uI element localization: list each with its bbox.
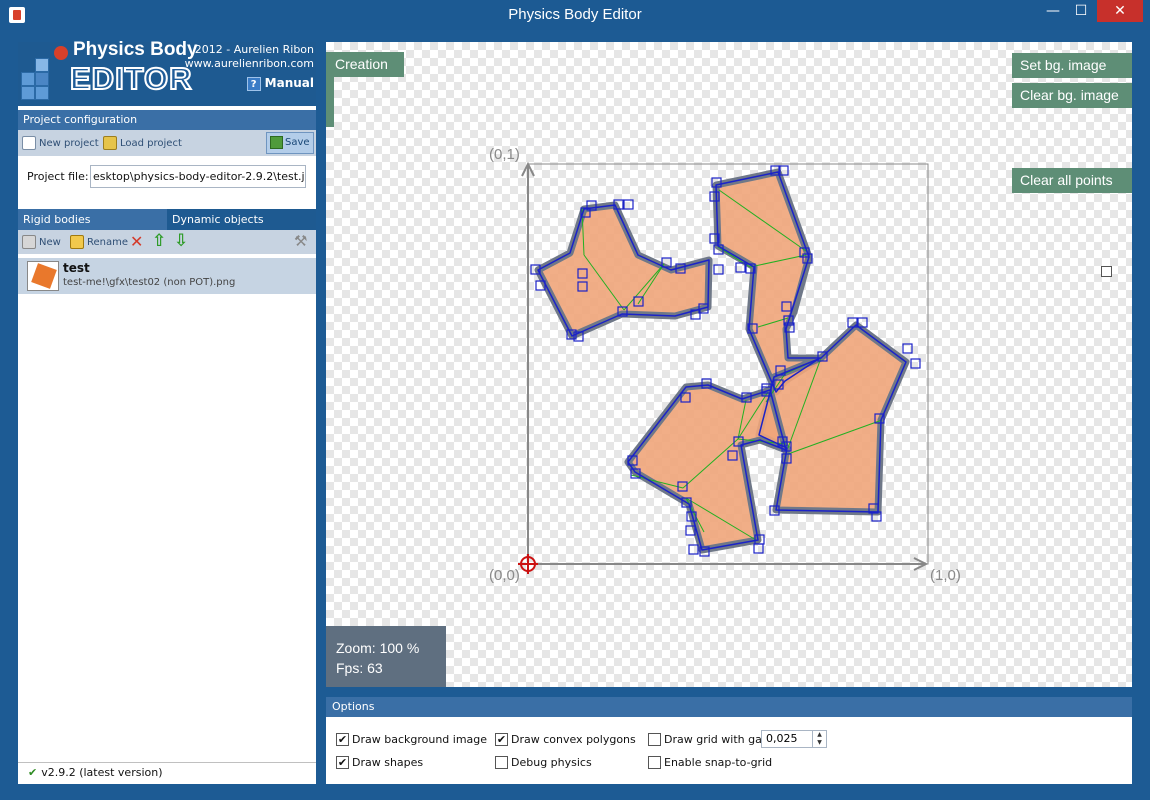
canvas-drawing[interactable]: (0,1) (0,0) (1,0) — [326, 42, 1132, 687]
spinner-arrows-icon[interactable]: ▲ ▼ — [812, 731, 826, 747]
new-body-label: New — [39, 237, 61, 248]
logo-blocks-icon — [21, 46, 71, 100]
draw-convex-checkbox[interactable]: ✔ Draw convex polygons — [495, 732, 636, 749]
project-file-field[interactable]: esktop\physics-body-editor-2.9.2\test.js… — [90, 165, 306, 188]
checkbox-unchecked-icon — [495, 755, 508, 769]
checkbox-checked-icon: ✔ — [336, 732, 349, 746]
minimize-button[interactable]: — — [1040, 0, 1066, 22]
snap-to-grid-label: Enable snap-to-grid — [664, 756, 773, 769]
draw-grid-label: Draw grid with gap — [664, 733, 769, 746]
body-name: test — [63, 261, 90, 275]
logo-author: 2012 - Aurelien Ribon — [194, 43, 314, 56]
check-icon: ✔ — [28, 766, 38, 779]
load-project-label: Load project — [120, 138, 182, 149]
move-up-icon[interactable]: ⇧ — [152, 233, 166, 250]
pencil-icon — [70, 235, 84, 249]
window-titlebar: Physics Body Editor — ☐ ✕ — [0, 0, 1150, 30]
axis-label-0-0: (0,0) — [489, 567, 520, 584]
grid-gap-spinner[interactable]: 0,025 ▲ ▼ — [761, 730, 827, 748]
window-title: Physics Body Editor — [508, 6, 642, 23]
debug-physics-label: Debug physics — [511, 756, 592, 769]
project-file-row: Project file: esktop\physics-body-editor… — [18, 156, 316, 200]
shape-piece-4 — [624, 381, 790, 554]
zoom-fps-overlay: Zoom: 100 % Fps: 63 — [326, 626, 446, 687]
status-bar: ✔ v2.9.2 (latest version) — [18, 762, 316, 784]
shape-piece-2 — [712, 168, 825, 396]
checkbox-checked-icon: ✔ — [336, 755, 349, 769]
wrench-icon[interactable]: ⚒ — [294, 233, 307, 249]
new-body-button[interactable]: New — [22, 235, 61, 251]
project-file-label: Project file: — [27, 170, 89, 183]
save-button[interactable]: Save — [266, 132, 314, 154]
zoom-readout: Zoom: 100 % — [336, 640, 420, 656]
draw-bg-image-checkbox[interactable]: ✔ Draw background image — [336, 732, 488, 749]
bodies-toolbar: New Rename ✕ ⇧ ⇩ ⚒ — [18, 230, 316, 254]
project-toolbar: New project Load project Save — [18, 130, 316, 156]
open-folder-icon — [103, 136, 117, 150]
rename-label: Rename — [87, 237, 129, 248]
debug-physics-checkbox[interactable]: Debug physics — [495, 755, 592, 772]
maximize-button[interactable]: ☐ — [1068, 0, 1094, 22]
editor-canvas[interactable]: (0,1) (0,0) (1,0) Creation Set bg. image… — [326, 42, 1132, 687]
load-project-button[interactable]: Load project — [103, 136, 182, 152]
left-panel: Physics Body EDITOR 2012 - Aurelien Ribo… — [18, 39, 316, 784]
logo-subtitle: EDITOR — [69, 60, 193, 97]
body-thumbnail — [27, 261, 59, 291]
delete-icon[interactable]: ✕ — [130, 234, 143, 250]
new-project-label: New project — [39, 138, 99, 149]
draw-grid-checkbox[interactable]: Draw grid with gap — [648, 732, 769, 749]
checkbox-unchecked-icon — [648, 755, 661, 769]
clear-all-points-button[interactable]: Clear all points — [1012, 168, 1132, 193]
small-square-toggle[interactable] — [1101, 266, 1112, 277]
fps-readout: Fps: 63 — [336, 660, 383, 676]
save-icon — [270, 136, 283, 149]
new-file-icon — [22, 136, 36, 150]
list-item[interactable]: test test-me!\gfx\test02 (non POT).png — [18, 258, 316, 294]
creation-mode-button[interactable]: Creation — [326, 52, 404, 77]
options-header: Options — [326, 697, 1132, 717]
logo-title: Physics Body — [73, 39, 198, 60]
body-path: test-me!\gfx\test02 (non POT).png — [63, 277, 236, 288]
origin-crosshair-icon — [518, 554, 538, 574]
new-project-button[interactable]: New project — [22, 136, 99, 152]
creation-mode-marker — [326, 77, 334, 127]
draw-bg-image-label: Draw background image — [352, 733, 488, 746]
project-config-header: Project configuration — [18, 110, 316, 130]
tab-dynamic-objects[interactable]: Dynamic objects — [167, 209, 316, 230]
axis-label-1-0: (1,0) — [930, 567, 961, 584]
grid-gap-value: 0,025 — [766, 732, 798, 745]
tab-rigid-bodies[interactable]: Rigid bodies — [18, 209, 167, 230]
draw-shapes-label: Draw shapes — [352, 756, 424, 769]
manual-link[interactable]: ? Manual — [246, 76, 314, 91]
body-shape — [534, 168, 910, 554]
options-panel: Options ✔ Draw background image ✔ Draw sha… — [326, 697, 1132, 784]
move-down-icon[interactable]: ⇩ — [174, 233, 188, 250]
close-button[interactable]: ✕ — [1097, 0, 1143, 22]
help-icon: ? — [246, 76, 261, 91]
version-text: v2.9.2 (latest version) — [41, 766, 163, 779]
snap-to-grid-checkbox[interactable]: Enable snap-to-grid — [648, 755, 773, 772]
draw-shapes-checkbox[interactable]: ✔ Draw shapes — [336, 755, 424, 772]
manual-label: Manual — [264, 76, 314, 90]
axis-label-0-1: (0,1) — [489, 146, 520, 163]
draw-convex-label: Draw convex polygons — [511, 733, 636, 746]
rename-body-button[interactable]: Rename — [70, 235, 128, 251]
checkbox-unchecked-icon — [648, 732, 661, 746]
plus-icon — [22, 235, 36, 249]
bodies-tabs: Rigid bodies Dynamic objects — [18, 209, 316, 230]
clear-bg-image-button[interactable]: Clear bg. image — [1012, 83, 1132, 108]
save-label: Save — [285, 137, 310, 148]
logo-url: www.aurelienribon.com — [184, 57, 314, 70]
set-bg-image-button[interactable]: Set bg. image — [1012, 53, 1132, 78]
checkbox-checked-icon: ✔ — [495, 732, 508, 746]
logo-area: Physics Body EDITOR 2012 - Aurelien Ribo… — [18, 39, 316, 106]
